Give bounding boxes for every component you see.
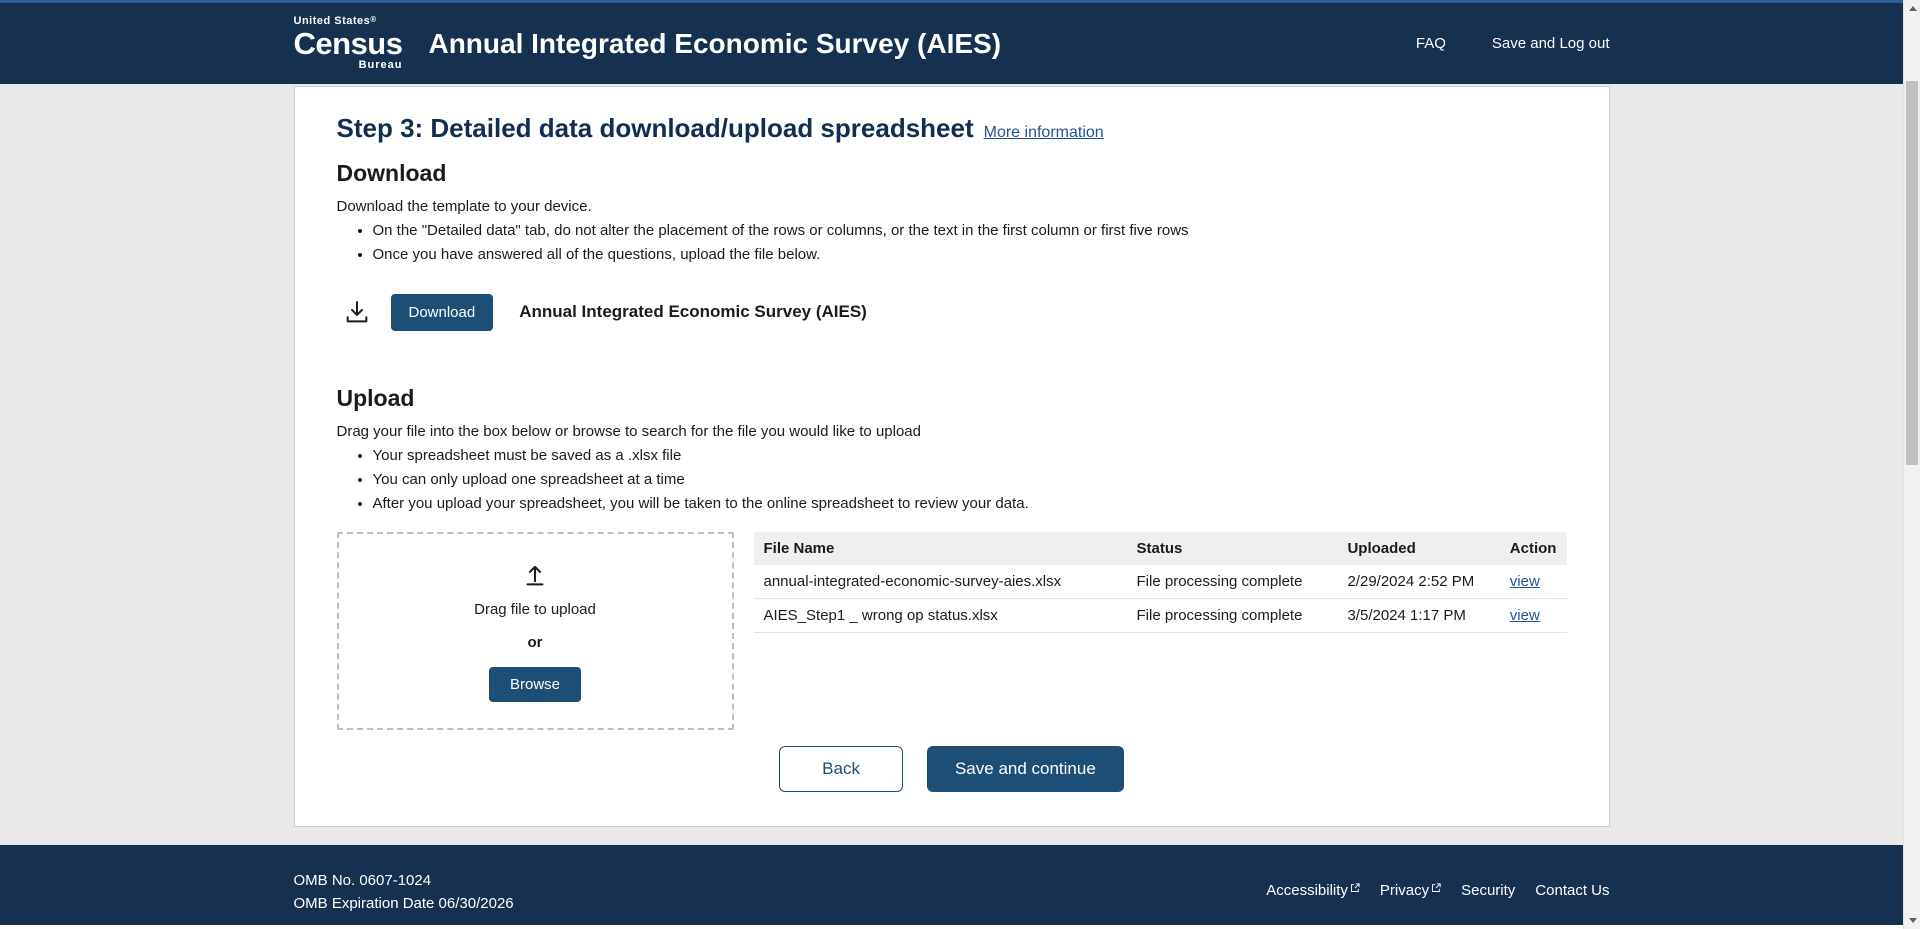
upload-bullet: Your spreadsheet must be saved as a .xls… [373, 444, 1567, 468]
scrollbar-down-button[interactable] [1904, 912, 1920, 929]
external-link-icon [1431, 883, 1441, 893]
logo-main-text: Census [294, 28, 403, 59]
vertical-scrollbar[interactable] [1903, 0, 1920, 929]
table-header-row: File Name Status Uploaded Action [754, 532, 1567, 565]
status-cell: File processing complete [1127, 565, 1338, 599]
save-and-continue-button[interactable]: Save and continue [927, 746, 1124, 792]
scrollbar-thumb[interactable] [1906, 81, 1918, 465]
download-intro: Download the template to your device. [337, 198, 1567, 215]
dropzone-or-label: or [528, 634, 543, 651]
more-information-link[interactable]: More information [984, 124, 1104, 142]
step-title: Step 3: Detailed data download/upload sp… [337, 113, 974, 144]
file-dropzone[interactable]: Drag file to upload or Browse [337, 532, 734, 730]
save-logout-link[interactable]: Save and Log out [1492, 35, 1610, 52]
footer-nav: Accessibility Privacy Security [1266, 872, 1609, 899]
header-bar: United States® Census Bureau Annual Inte… [0, 0, 1903, 84]
file-name-cell: annual-integrated-economic-survey-aies.x… [754, 565, 1127, 599]
download-button[interactable]: Download [391, 294, 494, 331]
column-header-status: Status [1127, 532, 1338, 565]
dropzone-label: Drag file to upload [474, 601, 596, 618]
download-icon [343, 298, 371, 326]
upload-bullet-list: Your spreadsheet must be saved as a .xls… [373, 444, 1567, 517]
upload-intro: Drag your file into the box below or bro… [337, 423, 1567, 440]
download-bullet: Once you have answered all of the questi… [373, 243, 1567, 267]
contact-us-link[interactable]: Contact Us [1535, 882, 1609, 899]
header-nav: FAQ Save and Log out [1416, 35, 1610, 52]
security-link[interactable]: Security [1461, 882, 1515, 899]
file-name-cell: AIES_Step1 _ wrong op status.xlsx [754, 599, 1127, 633]
census-logo[interactable]: United States® Census Bureau [294, 16, 403, 71]
footer-bar: OMB No. 0607-1024 OMB Expiration Date 06… [0, 845, 1903, 925]
download-heading: Download [337, 160, 1567, 187]
upload-heading: Upload [337, 385, 1567, 412]
browse-button[interactable]: Browse [489, 667, 581, 702]
view-file-link[interactable]: view [1510, 573, 1540, 590]
external-link-icon [1350, 883, 1360, 893]
upload-bullet: After you upload your spreadsheet, you w… [373, 492, 1567, 516]
privacy-link[interactable]: Privacy [1380, 882, 1441, 899]
status-cell: File processing complete [1127, 599, 1338, 633]
upload-bullet: You can only upload one spreadsheet at a… [373, 468, 1567, 492]
accessibility-link[interactable]: Accessibility [1266, 882, 1360, 899]
page-bottom-edge [0, 925, 1903, 929]
download-bullet: On the "Detailed data" tab, do not alter… [373, 219, 1567, 243]
omb-expiration: OMB Expiration Date 06/30/2026 [294, 892, 514, 915]
download-bullet-list: On the "Detailed data" tab, do not alter… [373, 219, 1567, 268]
uploaded-files-table: File Name Status Uploaded Action annual-… [754, 532, 1567, 633]
uploaded-cell: 2/29/2024 2:52 PM [1337, 565, 1499, 599]
registered-mark: ® [370, 15, 376, 24]
faq-link[interactable]: FAQ [1416, 35, 1446, 52]
upload-icon [520, 560, 550, 595]
page-title: Annual Integrated Economic Survey (AIES) [428, 28, 1001, 60]
column-header-file-name: File Name [754, 532, 1127, 565]
scrollbar-up-button[interactable] [1904, 0, 1920, 17]
download-file-label: Annual Integrated Economic Survey (AIES) [519, 302, 867, 322]
back-button[interactable]: Back [779, 746, 903, 792]
table-row: annual-integrated-economic-survey-aies.x… [754, 565, 1567, 599]
table-row: AIES_Step1 _ wrong op status.xlsx File p… [754, 599, 1567, 633]
omb-number: OMB No. 0607-1024 [294, 869, 514, 892]
column-header-action: Action [1500, 532, 1567, 565]
view-file-link[interactable]: view [1510, 607, 1540, 624]
column-header-uploaded: Uploaded [1337, 532, 1499, 565]
main-card: Step 3: Detailed data download/upload sp… [294, 86, 1610, 827]
uploaded-cell: 3/5/2024 1:17 PM [1337, 599, 1499, 633]
logo-sub-text: Bureau [294, 60, 403, 71]
